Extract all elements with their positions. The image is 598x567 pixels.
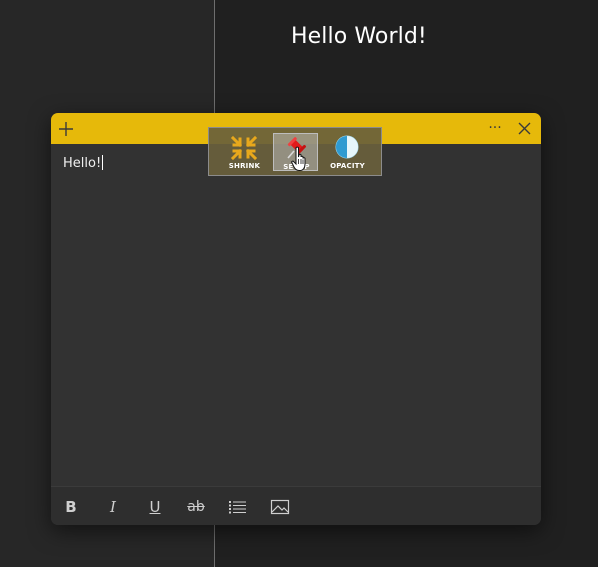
italic-button[interactable]: I [102, 496, 124, 518]
more-horizontal-icon[interactable]: ··· [484, 119, 506, 137]
hand-pointer-cursor [291, 146, 309, 172]
note-text: Hello! [63, 156, 102, 171]
strikethrough-button[interactable]: ab [185, 496, 207, 518]
opacity-label: OPACITY [330, 162, 365, 170]
underline-button[interactable]: U [144, 496, 166, 518]
image-icon[interactable] [269, 496, 291, 518]
shrink-label: SHRINK [228, 162, 261, 170]
page-heading: Hello World! [291, 24, 427, 49]
formatting-toolbar: B I U ab [51, 486, 541, 525]
bullet-list-icon[interactable] [227, 496, 249, 518]
note-text-line: Hello! [63, 155, 104, 171]
shrink-button[interactable]: SHRINK [222, 133, 267, 171]
bold-button[interactable]: B [60, 496, 82, 518]
shrink-arrows-icon [230, 135, 258, 161]
opacity-half-circle-icon [333, 135, 361, 161]
note-editor[interactable]: Hello! [51, 144, 541, 485]
close-icon[interactable] [517, 121, 532, 136]
text-caret [102, 155, 104, 170]
opacity-button[interactable]: OPACITY [325, 133, 370, 171]
plus-icon[interactable] [58, 121, 74, 137]
